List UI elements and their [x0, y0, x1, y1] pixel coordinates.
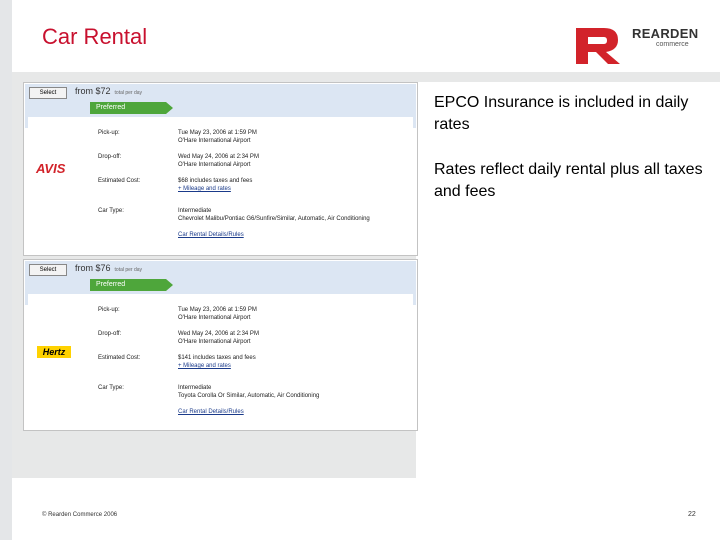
preferred-arrow-icon [166, 102, 173, 114]
dropoff-value: Wed May 24, 2006 at 2:34 PM [178, 331, 259, 337]
mileage-rates-link[interactable]: + Mileage and rates [178, 362, 408, 370]
car-type-detail: Chevrolet Malibu/Pontiac G6/Sunfire/Simi… [178, 216, 370, 222]
pickup-value: Tue May 23, 2006 at 1:59 PM [178, 307, 257, 313]
select-button[interactable]: Select [29, 87, 67, 99]
notes-box [416, 82, 720, 478]
pickup-place: O'Hare International Airport [178, 138, 251, 144]
note-insurance: EPCO Insurance is included in daily rate… [434, 94, 689, 133]
hertz-logo: Hertz [37, 346, 71, 358]
rental-details-link[interactable]: Car Rental Details/Rules [178, 231, 408, 239]
logo-wordmark: REARDEN [632, 26, 699, 41]
dropoff-label: Drop-off: [98, 331, 122, 337]
rental-details-link[interactable]: Car Rental Details/Rules [178, 408, 408, 416]
avis-logo: AVIS [36, 161, 66, 176]
price: from $72 total per day [75, 86, 142, 96]
pickup-label: Pick-up: [98, 307, 120, 313]
rearden-r-icon [576, 28, 620, 64]
car-type-detail: Toyota Corolla Or Similar, Automatic, Ai… [178, 393, 320, 399]
cost-label: Estimated Cost: [98, 178, 141, 184]
pickup-place: O'Hare International Airport [178, 315, 251, 321]
preferred-arrow-icon [166, 279, 173, 291]
left-accent-bar [0, 0, 12, 540]
cost-label: Estimated Cost: [98, 355, 141, 361]
car-type-value: Intermediate [178, 208, 212, 214]
select-button[interactable]: Select [29, 264, 67, 276]
dropoff-place: O'Hare International Airport [178, 339, 251, 345]
page-number: 22 [688, 511, 696, 518]
page-title: Car Rental [42, 24, 148, 49]
cost-value: $68 includes taxes and fees [178, 178, 253, 184]
car-type-label: Car Type: [98, 385, 124, 391]
car-rental-listing: Select from $72 total per day Preferred A… [23, 82, 418, 256]
dropoff-label: Drop-off: [98, 154, 122, 160]
footer-copyright: © Rearden Commerce 2006 [42, 512, 118, 518]
price-suffix: total per day [114, 267, 143, 273]
note-rates: Rates reflect daily rental plus all taxe… [434, 161, 703, 200]
price: from $76 total per day [75, 263, 142, 273]
listing-body: AVIS Pick-up: Tue May 23, 2006 at 1:59 P… [28, 117, 413, 251]
pickup-value: Tue May 23, 2006 at 1:59 PM [178, 130, 257, 136]
price-amount: from $76 [75, 263, 111, 273]
preferred-badge: Preferred [90, 279, 166, 291]
car-type-value: Intermediate [178, 385, 212, 391]
mileage-rates-link[interactable]: + Mileage and rates [178, 185, 408, 193]
cost-value: $141 includes taxes and fees [178, 355, 256, 361]
logo-subtitle: commerce [656, 41, 689, 48]
preferred-badge: Preferred [90, 102, 166, 114]
car-type-label: Car Type: [98, 208, 124, 214]
price-suffix: total per day [114, 90, 143, 96]
dropoff-value: Wed May 24, 2006 at 2:34 PM [178, 154, 259, 160]
slide: Car Rental REARDEN commerce EPCO Insuran… [0, 0, 720, 540]
listing-body: Hertz Pick-up: Tue May 23, 2006 at 1:59 … [28, 294, 413, 426]
price-amount: from $72 [75, 86, 111, 96]
pickup-label: Pick-up: [98, 130, 120, 136]
car-rental-listing: Select from $76 total per day Preferred H… [23, 259, 418, 431]
rearden-logo: REARDEN commerce [574, 22, 698, 66]
dropoff-place: O'Hare International Airport [178, 162, 251, 168]
